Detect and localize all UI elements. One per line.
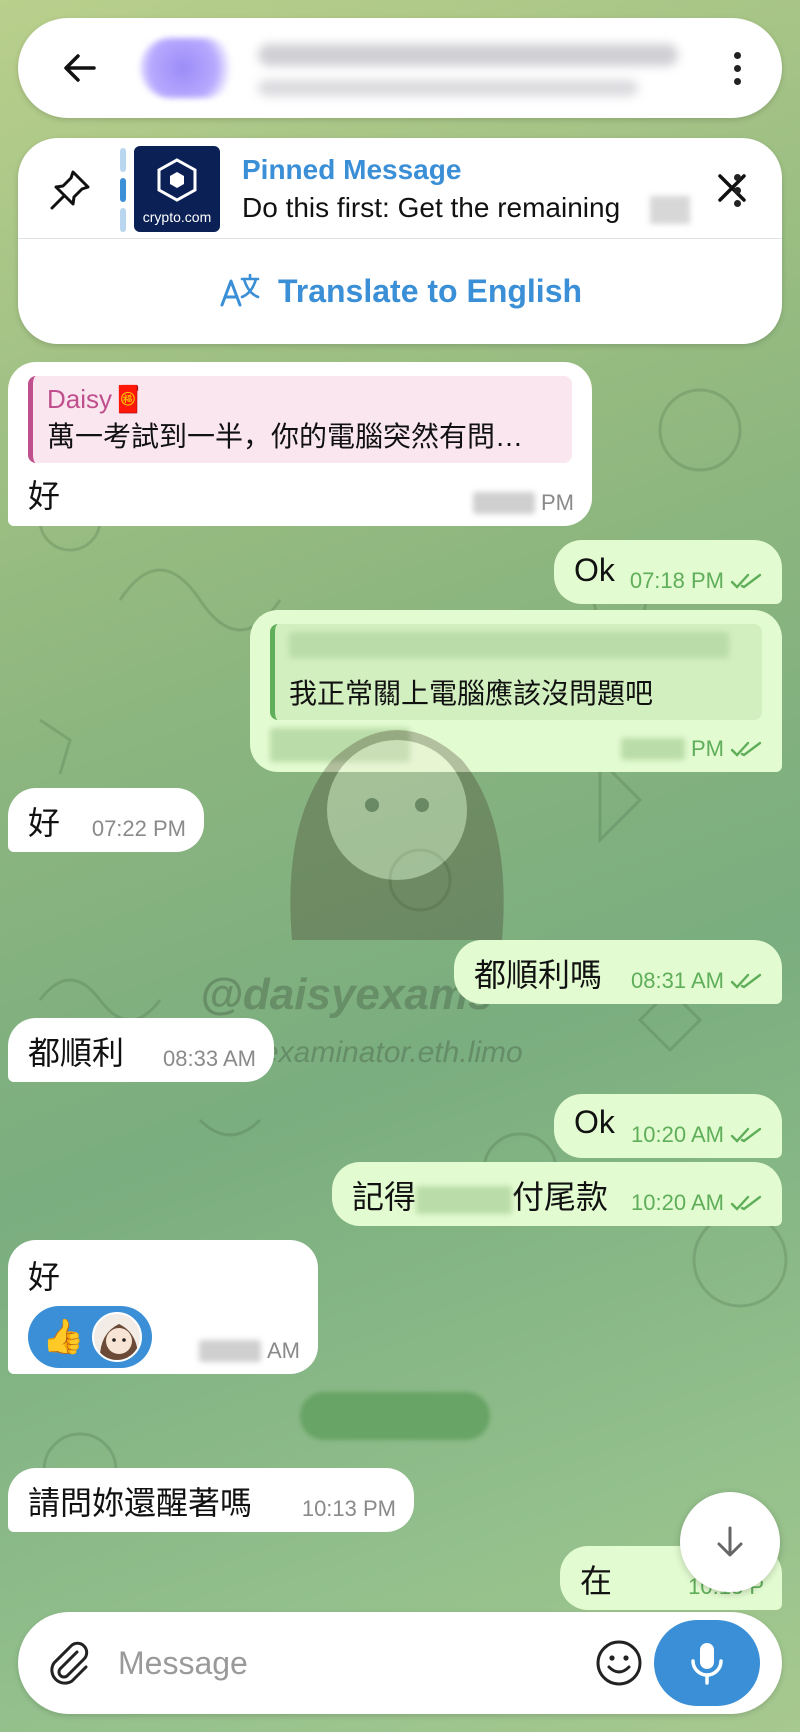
- message-time: 10:13 PM: [301, 1496, 396, 1521]
- more-vertical-icon: [734, 52, 741, 59]
- message-input[interactable]: [118, 1638, 588, 1688]
- message-time: PM: [691, 736, 724, 761]
- emoji-button[interactable]: [592, 1636, 646, 1690]
- message-text: 記得: [352, 1179, 417, 1215]
- redacted-reply-sender: [289, 632, 729, 658]
- close-pinned-button[interactable]: [712, 168, 752, 208]
- pinned-text-redacted: [650, 196, 690, 224]
- watermark-handle: @daisyexams: [200, 970, 493, 1019]
- message-text: 都順利: [28, 1035, 125, 1071]
- arrow-left-icon: [64, 54, 96, 82]
- pinned-title[interactable]: Pinned Message: [242, 154, 461, 186]
- reaction-chip[interactable]: 👍: [28, 1306, 153, 1368]
- scroll-to-bottom-button[interactable]: [680, 1492, 780, 1592]
- message-time: AM: [267, 1338, 300, 1363]
- reply-sender: Daisy🧧: [47, 384, 145, 414]
- double-check-icon: [730, 741, 762, 757]
- message-meta: 08:33 AM: [163, 1046, 256, 1072]
- message-time: 07:18 PM: [629, 568, 724, 593]
- more-vertical-icon: [734, 174, 741, 181]
- pinned-indicator: [120, 148, 126, 240]
- message-time: PM: [541, 490, 574, 515]
- message-outgoing[interactable]: Ok 07:18 PM: [554, 540, 782, 604]
- watermark-site: examinator.eth.limo: [262, 1036, 523, 1069]
- date-separator: [300, 1392, 490, 1440]
- redacted-time: [473, 492, 535, 514]
- message-time: 10:20 AM: [631, 1190, 724, 1215]
- redacted-time: [199, 1340, 261, 1362]
- reply-quote[interactable]: Daisy🧧 萬一考試到一半，你的電腦突然有問…: [28, 376, 572, 463]
- emoji-smile-icon: [596, 1640, 642, 1686]
- pin-icon: [46, 166, 94, 214]
- message-time: 10:20 AM: [631, 1122, 724, 1147]
- crypto-com-logo-icon: [157, 158, 197, 202]
- back-button[interactable]: [60, 48, 100, 88]
- message-outgoing[interactable]: 都順利嗎 08:31 AM: [454, 940, 782, 1004]
- chat-title[interactable]: [258, 44, 678, 66]
- paperclip-icon: [50, 1641, 89, 1685]
- message-incoming[interactable]: 好 07:22 PM: [8, 788, 204, 852]
- header-more-button[interactable]: [734, 52, 742, 88]
- close-icon: [718, 174, 746, 202]
- redacted-message-text: [416, 1185, 513, 1214]
- message-text: 在: [580, 1563, 613, 1599]
- message-incoming[interactable]: Daisy🧧 萬一考試到一半，你的電腦突然有問… 好 PM: [8, 362, 592, 526]
- reply-text: 萬一考試到一半，你的電腦突然有問…: [47, 421, 524, 452]
- message-text: 好: [28, 805, 61, 841]
- message-incoming[interactable]: 都順利 08:33 AM: [8, 1018, 274, 1082]
- message-time: 07:22 PM: [91, 816, 186, 841]
- message-meta: PM: [473, 490, 574, 516]
- message-meta: 07:18 PM: [630, 568, 764, 594]
- message-text-continued: 付尾款: [512, 1179, 609, 1215]
- message-meta: 10:20 AM: [631, 1122, 764, 1148]
- message-text: 請問妳還醒著嗎: [28, 1485, 253, 1521]
- message-meta: PM: [621, 736, 764, 762]
- message-meta: 10:20 AM: [631, 1190, 764, 1216]
- redacted-time: [621, 738, 685, 760]
- message-meta: 10:13 PM: [302, 1496, 396, 1522]
- double-check-icon: [730, 1127, 762, 1143]
- chat-header: [18, 18, 782, 118]
- translate-icon: [220, 273, 260, 307]
- message-outgoing[interactable]: 記得 付尾款 10:20 AM: [332, 1162, 782, 1226]
- pinned-text[interactable]: Do this first: Get the remaining: [242, 192, 620, 224]
- pinned-panel: crypto.com Pinned Message Do this first:…: [18, 138, 782, 344]
- voice-record-button[interactable]: [654, 1620, 760, 1706]
- message-text: Ok: [574, 1104, 615, 1140]
- chat-avatar[interactable]: [140, 38, 236, 98]
- translate-label: Translate to English: [277, 272, 583, 309]
- message-incoming[interactable]: 好 👍 AM: [8, 1240, 318, 1374]
- arrow-down-icon: [717, 1526, 743, 1557]
- thumbs-up-icon: 👍: [42, 1318, 85, 1356]
- reactor-avatar: [92, 1312, 143, 1362]
- message-meta: 08:31 AM: [631, 968, 764, 994]
- attach-button[interactable]: [44, 1638, 94, 1688]
- message-text: Ok: [574, 552, 615, 588]
- message-text: 都順利嗎: [474, 957, 603, 993]
- message-outgoing[interactable]: Ok 10:20 AM: [554, 1094, 782, 1158]
- chat-status: [258, 80, 638, 96]
- message-meta: 07:22 PM: [92, 816, 186, 842]
- crypto-logo-text: crypto.com: [142, 209, 212, 225]
- message-incoming[interactable]: 請問妳還醒著嗎 10:13 PM: [8, 1468, 414, 1532]
- translate-more-button[interactable]: [734, 174, 742, 210]
- double-check-icon: [730, 1195, 762, 1211]
- translate-button[interactable]: Translate to English: [18, 238, 782, 344]
- pinned-thumbnail[interactable]: crypto.com: [134, 146, 220, 232]
- double-check-icon: [730, 973, 762, 989]
- message-time: 08:31 AM: [631, 968, 724, 993]
- double-check-icon: [730, 573, 762, 589]
- message-time: 08:33 AM: [163, 1046, 256, 1071]
- message-text: 好: [28, 1259, 61, 1295]
- microphone-icon: [691, 1643, 723, 1685]
- sticker-watermark: [262, 700, 532, 940]
- message-meta: AM: [199, 1338, 300, 1364]
